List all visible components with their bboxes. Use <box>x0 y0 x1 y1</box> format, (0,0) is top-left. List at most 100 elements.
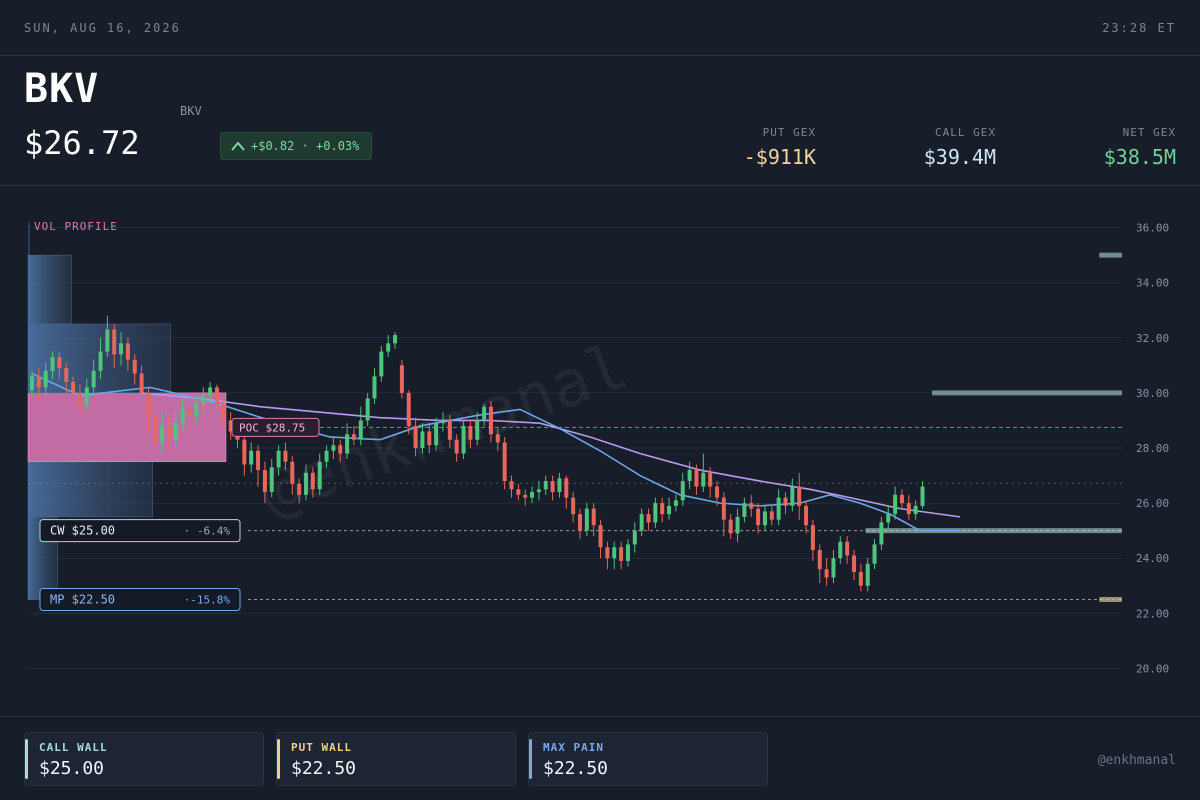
candle-body <box>317 461 322 490</box>
candle-down <box>399 359 404 399</box>
candle-body <box>872 544 877 564</box>
candle-body <box>393 335 398 344</box>
candle-down <box>550 475 555 501</box>
y-tick-label: 26.00 <box>1136 497 1169 510</box>
candle-body <box>769 511 774 520</box>
y-tick-label: 36.00 <box>1136 222 1169 235</box>
candle-body <box>297 483 302 495</box>
candle-down <box>598 519 603 559</box>
candle-body <box>146 392 151 415</box>
candle-up <box>105 315 110 358</box>
call-wall-tag-text: CW $25.00 <box>50 524 115 538</box>
candle-up <box>530 486 535 504</box>
candle-body <box>516 489 521 495</box>
candle-body <box>358 420 363 440</box>
levels-footer: CALL WALL $25.00 PUT WALL $22.50 MAX PAI… <box>0 716 1200 800</box>
candle-up <box>886 505 891 531</box>
candle-body <box>434 423 439 446</box>
candle-down <box>646 508 651 531</box>
candle-up <box>701 453 706 493</box>
max-pain-value: $22.50 <box>543 758 609 779</box>
quote-header: BKV BKV $26.72 +$0.82 · +0.03% PUT GEX -… <box>0 56 1200 186</box>
candle-body <box>625 544 630 561</box>
net-gex-value: $38.5M <box>1103 145 1176 169</box>
put-wall-value: $22.50 <box>291 758 357 779</box>
candle-up <box>358 406 363 446</box>
candle-body <box>105 329 110 352</box>
candle-body <box>139 373 144 393</box>
candle-down <box>619 541 624 570</box>
candle-body <box>488 406 493 435</box>
candle-body <box>653 503 658 523</box>
put-wall-label: PUT WALL <box>291 741 352 754</box>
candle-down <box>502 436 507 490</box>
candle-up <box>667 497 672 520</box>
price-chart[interactable]: VOL PROFILE @enkhmanal POC $28.75CW $25.… <box>0 186 1200 716</box>
candle-body <box>721 497 726 520</box>
candle-up <box>543 475 548 495</box>
candle-down <box>804 500 809 534</box>
candle-up <box>372 368 377 404</box>
call-gex-value: $39.4M <box>923 145 996 169</box>
max-pain-accent <box>529 739 532 779</box>
candle-body <box>447 420 452 440</box>
candle-body <box>262 470 267 493</box>
candle-body <box>543 481 548 490</box>
candle-up <box>386 335 391 358</box>
candle-body <box>865 563 870 586</box>
y-tick-label: 34.00 <box>1136 277 1169 290</box>
candle-body <box>639 514 644 531</box>
candle-up <box>762 505 767 531</box>
candle-up <box>393 332 398 349</box>
candle-body <box>345 434 350 454</box>
call-wall-label: CALL WALL <box>39 741 108 754</box>
candle-body <box>612 547 617 559</box>
candle-body <box>91 370 96 388</box>
max-pain-tag-pct: ·-15.8% <box>184 594 231 607</box>
candle-down <box>824 558 829 586</box>
candle-body <box>310 472 315 490</box>
candle-down <box>756 503 761 534</box>
candle-body <box>906 503 911 515</box>
max-pain-card: MAX PAIN $22.50 <box>528 732 768 786</box>
candle-body <box>214 387 219 404</box>
candle-body <box>468 425 473 440</box>
candle-body <box>619 547 624 561</box>
candle-body <box>256 450 261 471</box>
candle-up <box>632 522 637 553</box>
candle-up <box>920 481 925 509</box>
candle-up <box>687 461 692 490</box>
candle-body <box>420 431 425 448</box>
candle-body <box>180 409 185 424</box>
poc-tag-text: POC $28.75 <box>239 421 305 434</box>
candle-body <box>399 365 404 393</box>
candle-down <box>749 494 754 517</box>
candle-body <box>475 420 480 440</box>
candle-up <box>872 538 877 570</box>
candle-down <box>797 472 802 520</box>
candle-down <box>564 475 569 509</box>
candle-body <box>557 478 562 493</box>
candle-down <box>591 503 596 537</box>
candle-body <box>324 450 329 462</box>
y-tick-label: 28.00 <box>1136 442 1169 455</box>
candle-up <box>742 497 747 523</box>
put-gex-value: -$911K <box>743 145 816 169</box>
call-wall-value: $25.00 <box>39 758 105 779</box>
net-gex-stat: NET GEX $38.5M <box>1104 126 1176 169</box>
candle-body <box>605 547 610 559</box>
candle-up <box>879 516 884 550</box>
candle-body <box>680 481 685 501</box>
candle-body <box>708 472 713 487</box>
candle-body <box>98 351 103 371</box>
candle-up <box>379 346 384 382</box>
candle-body <box>36 376 41 388</box>
candle-body <box>728 519 733 534</box>
candle-body <box>30 376 34 391</box>
candle-body <box>762 511 767 526</box>
candle-body <box>71 381 76 393</box>
put-wall-card: PUT WALL $22.50 <box>276 732 516 786</box>
candle-body <box>304 472 308 495</box>
candle-body <box>482 406 487 421</box>
candle-body <box>550 481 555 493</box>
